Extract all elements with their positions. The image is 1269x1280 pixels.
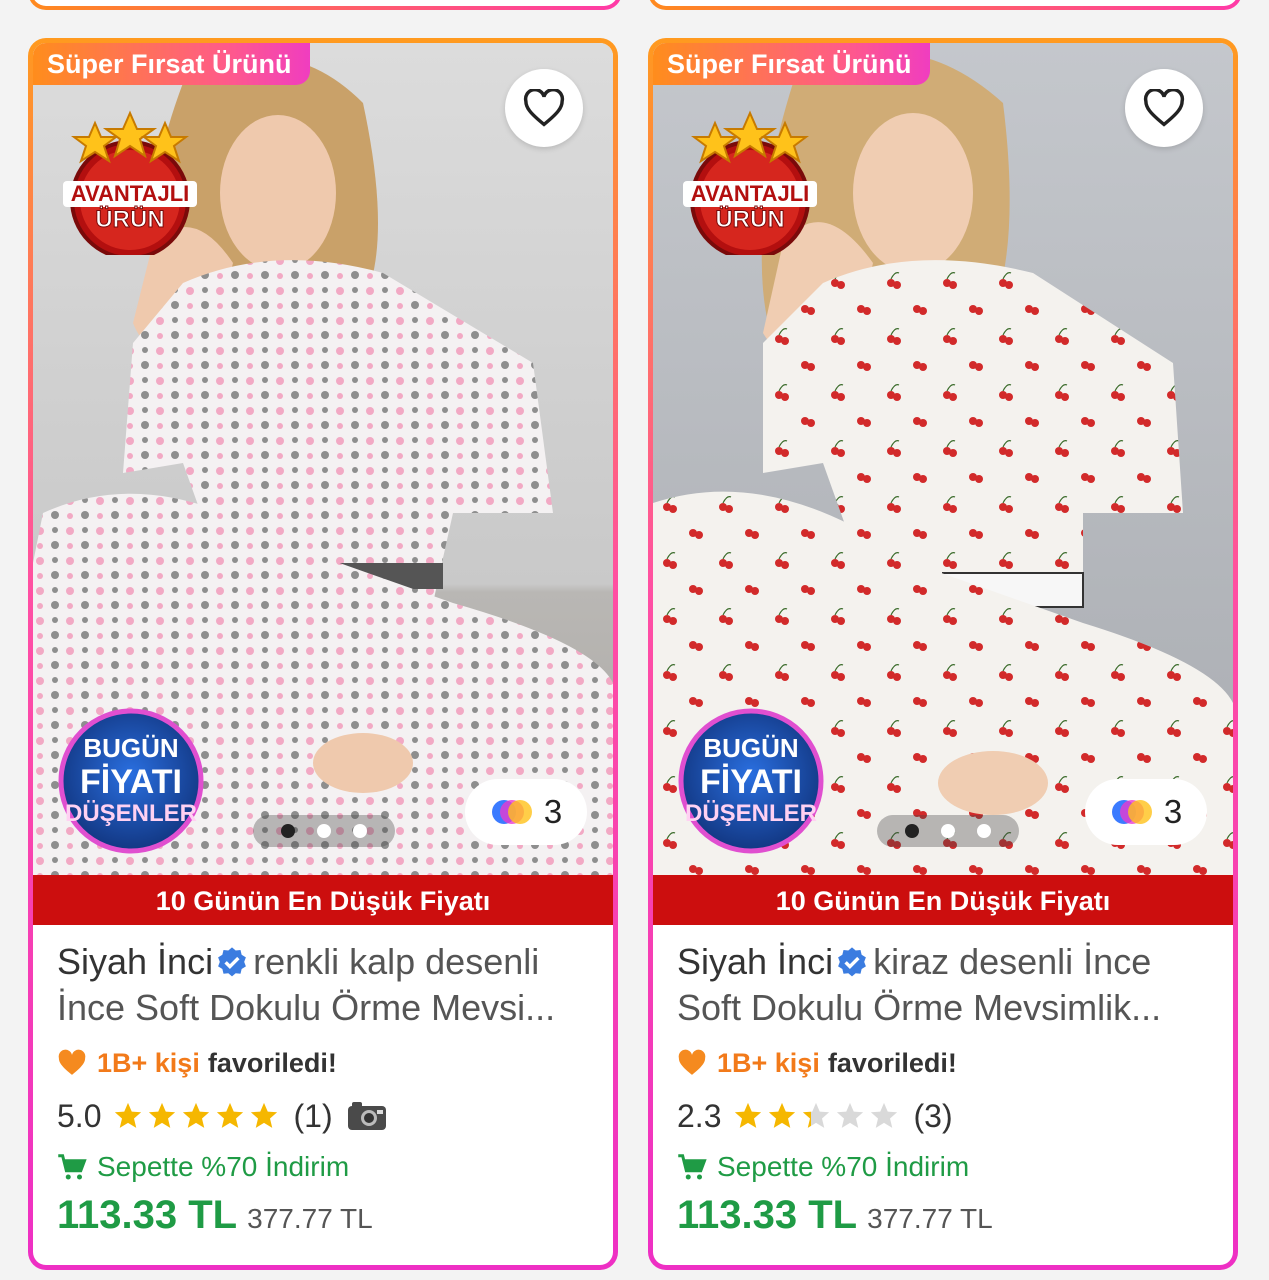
orange-heart-icon [678,1049,706,1075]
product-info[interactable]: Siyah İnci renkli kalp desenli İnce Soft … [57,939,597,1238]
star-icon [183,1102,210,1128]
verified-icon [218,947,246,977]
old-price: 377.77 TL [247,1203,373,1234]
carousel-dot[interactable] [905,824,919,838]
basket-discount-text: Sepette %70 İndirim [717,1151,970,1182]
price-drop-line3: DÜŞENLER [685,800,817,827]
favorite-count: 1B+ kişi [97,1047,200,1078]
super-deal-badge: Süper Fırsat Ürünü [33,43,310,85]
star-icon [871,1102,898,1128]
current-price: 113.33 TL [57,1193,238,1237]
rating-value: 5.0 [57,1097,102,1134]
star-icon [837,1102,864,1128]
title-line2: Soft Dokulu Örme Mevsimlik... [677,987,1162,1028]
price-drop-line2: FİYATI [80,763,182,801]
product-card[interactable]: Süper Fırsat Ürünü AVANTAJLI ÜRÜN BUGÜN … [28,38,618,1270]
product-title[interactable]: Siyah İnci kiraz desenli İnce Soft Dokulu… [677,939,1217,1031]
product-image[interactable]: Süper Fırsat Ürünü AVANTAJLI ÜRÜN BUGÜN … [653,43,1233,875]
orange-heart-icon [58,1049,86,1075]
image-carousel-dots[interactable] [253,815,395,847]
verified-icon [838,947,866,977]
rating-row[interactable]: 5.0 (1) [57,1095,597,1137]
favorite-count-row: 1B+ kişi favoriledi! [57,1045,597,1081]
previous-card-edge [28,0,622,10]
product-info[interactable]: Siyah İnci kiraz desenli İnce Soft Dokulu… [677,939,1217,1238]
star-icon [803,1102,830,1128]
title-line2: İnce Soft Dokulu Örme Mevsi... [57,987,556,1028]
color-variants-button[interactable]: 3 [1085,779,1207,845]
star-icon [217,1102,244,1128]
price-row: 113.33 TL 377.77 TL [57,1193,597,1238]
basket-discount-row: Sepette %70 İndirim [677,1147,1217,1187]
favorite-count: 1B+ kişi [717,1047,820,1078]
favorite-text: favoriledi! [827,1047,957,1078]
color-swatch-icon [1111,800,1152,824]
advantage-product-badge: AVANTAJLI ÜRÜN [683,110,817,255]
advantage-badge-line2: ÜRÜN [95,206,164,233]
image-carousel-dots[interactable] [877,815,1019,847]
advantage-badge-line1: AVANTAJLI [691,181,810,206]
star-icon [149,1102,176,1128]
advantage-badge-line2: ÜRÜN [715,206,784,233]
variant-count: 3 [1163,793,1183,830]
basket-icon [678,1154,707,1180]
price-row: 113.33 TL 377.77 TL [677,1193,1217,1238]
rating-row[interactable]: 2.3 (3) [677,1095,1217,1137]
review-count: (3) [913,1097,953,1134]
star-icon [115,1102,142,1128]
product-image[interactable]: Süper Fırsat Ürünü AVANTAJLI ÜRÜN BUGÜN … [33,43,613,875]
carousel-dot[interactable] [941,824,955,838]
brand-name: Siyah İnci [677,941,834,982]
heart-icon [523,89,565,127]
price-drop-line1: BUGÜN [703,733,798,763]
advantage-product-badge: AVANTAJLI ÜRÜN [63,110,197,255]
basket-discount-row: Sepette %70 İndirim [57,1147,597,1187]
favorite-button[interactable] [1125,69,1203,147]
current-price: 113.33 TL [677,1193,858,1237]
previous-card-edge [648,0,1242,10]
rating-value: 2.3 [677,1097,722,1134]
basket-discount-text: Sepette %70 İndirim [97,1151,350,1182]
favorite-button[interactable] [505,69,583,147]
favorite-count-row: 1B+ kişi favoriledi! [677,1045,1217,1081]
variant-count: 3 [543,793,563,830]
price-drop-line3: DÜŞENLER [65,800,197,827]
camera-icon [347,1102,386,1130]
favorite-text: favoriledi! [207,1047,337,1078]
color-variants-button[interactable]: 3 [465,779,587,845]
carousel-dot[interactable] [317,824,331,838]
price-drop-line2: FİYATI [700,763,802,801]
star-icon [735,1102,762,1128]
old-price: 377.77 TL [867,1203,993,1234]
color-swatch-icon [491,800,532,824]
basket-icon [58,1154,87,1180]
star-icon [251,1102,278,1128]
product-title[interactable]: Siyah İnci renkli kalp desenli İnce Soft … [57,939,597,1031]
star-icon [769,1102,796,1128]
rating-stars [733,1101,899,1131]
carousel-dot[interactable] [281,824,295,838]
title-line1: renkli kalp desenli [253,941,540,982]
heart-icon [1143,89,1185,127]
price-drop-badge: BUGÜN FİYATI DÜŞENLER [58,708,204,854]
lowest-price-banner: 10 Günün En Düşük Fiyatı [33,875,613,925]
advantage-badge-line1: AVANTAJLI [71,181,190,206]
carousel-dot[interactable] [353,824,367,838]
super-deal-badge: Süper Fırsat Ürünü [653,43,930,85]
carousel-dot[interactable] [977,824,991,838]
rating-stars [113,1101,279,1131]
product-card[interactable]: Süper Fırsat Ürünü AVANTAJLI ÜRÜN BUGÜN … [648,38,1238,1270]
price-drop-line1: BUGÜN [83,733,178,763]
title-line1: kiraz desenli İnce [873,941,1152,982]
price-drop-badge: BUGÜN FİYATI DÜŞENLER [678,708,824,854]
lowest-price-banner: 10 Günün En Düşük Fiyatı [653,875,1233,925]
brand-name: Siyah İnci [57,941,214,982]
review-count: (1) [293,1097,333,1134]
